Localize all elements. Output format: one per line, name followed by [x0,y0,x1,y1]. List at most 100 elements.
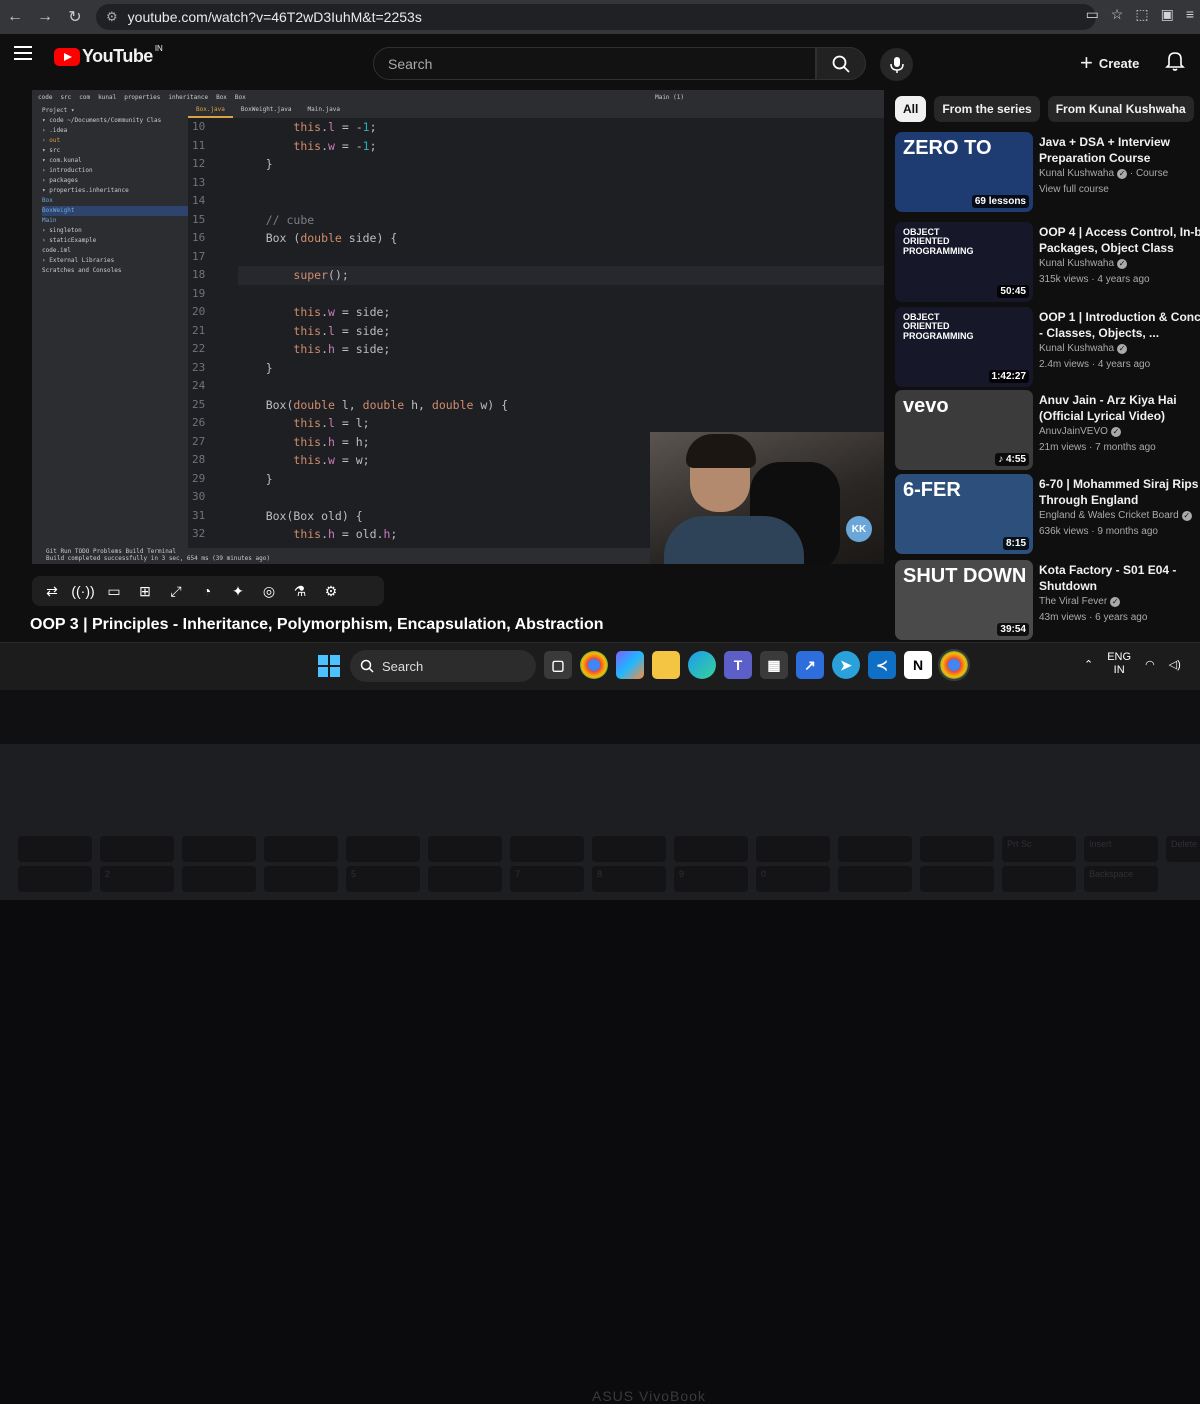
run-config-select[interactable]: Main (1) [655,94,684,101]
language-indicator[interactable]: ENG IN [1107,651,1131,677]
tree-item[interactable]: › introduction [42,166,188,176]
tree-item[interactable]: › staticExample [42,236,188,246]
wifi-icon[interactable]: ◠ [1145,658,1155,671]
extensions-icon[interactable]: ⬚ [1135,6,1148,23]
chrome-icon[interactable] [580,651,608,679]
hamburger-menu-icon[interactable] [14,46,32,60]
notifications-bell-icon[interactable] [1165,50,1185,77]
speed-icon[interactable]: ◔ [195,580,219,602]
editor-tab[interactable]: Box.java [188,104,233,118]
editor-tab[interactable]: BoxWeight.java [233,104,300,118]
search-input[interactable]: Search [373,47,816,80]
tree-item[interactable]: ▾ properties.inheritance [42,186,188,196]
store-icon[interactable]: ▦ [760,651,788,679]
recommended-video[interactable]: SHUT DOWN 39:54 Kota Factory - S01 E04 - Sh… [895,560,1200,640]
editor-tab[interactable]: Main.java [299,104,348,118]
video-title-line[interactable]: (Official Lyrical Video) [1039,408,1200,424]
video-title-line[interactable]: Kota Factory - S01 E04 - [1039,562,1200,578]
breadcrumb-item[interactable]: properties [124,94,160,101]
flask-icon[interactable]: ⚗ [288,580,312,602]
breadcrumb-item[interactable]: Box [216,94,227,101]
tree-item[interactable]: Main [42,216,188,226]
channel-name[interactable]: AnuvJainVEVO ✓ [1039,424,1200,440]
tree-item[interactable]: ▾ src [42,146,188,156]
taskbar-search[interactable]: Search [350,650,536,682]
camera-icon[interactable]: ◎ [257,580,281,602]
video-thumbnail[interactable]: OBJECT ORIENTED PROGRAMMING 50:45 [895,222,1033,302]
tree-item[interactable]: BoxWeight [42,206,188,216]
youtube-logo[interactable]: YouTube IN [54,44,163,67]
chip-from-kunal-kushwaha[interactable]: From Kunal Kushwaha [1047,96,1194,122]
chip-all[interactable]: All [895,96,927,122]
screenshot-icon[interactable]: ▭ [102,580,126,602]
broadcast-icon[interactable]: ((·)) [71,580,95,602]
telegram-icon[interactable]: ➤ [832,651,860,679]
tree-item[interactable]: Box [42,196,188,206]
recommended-video[interactable]: 6-FER 8:15 6-70 | Mohammed Siraj Rips Throu… [895,474,1200,554]
dev-app-icon[interactable]: ↗ [796,651,824,679]
video-thumbnail[interactable]: SHUT DOWN 39:54 [895,560,1033,640]
video-player[interactable]: code src com kunal properties inheritance Box B… [32,90,884,564]
video-title-line[interactable]: Shutdown [1039,578,1200,594]
chip-from-the-series[interactable]: From the series [934,96,1040,122]
teams-icon[interactable]: T [724,651,752,679]
profile-icon[interactable]: ▣ [1161,6,1174,23]
bookmark-star-icon[interactable]: ☆ [1111,6,1124,23]
recommended-video[interactable]: OBJECT ORIENTED PROGRAMMING 50:45 OOP 4 | … [895,222,1200,302]
windows-start-icon[interactable] [318,655,340,677]
effects-icon[interactable]: ✦ [226,580,250,602]
tree-item[interactable]: › External Libraries [42,256,188,266]
chrome-active-icon[interactable] [938,649,970,681]
clapper-icon[interactable]: ⊞ [133,580,157,602]
vscode-icon[interactable]: ≺ [868,651,896,679]
recommended-video[interactable]: ZERO TO 69 lessons Java + DSA + Interview P… [895,132,1200,212]
menu-icon[interactable]: ≡ [1186,6,1194,23]
create-button[interactable]: + Create [1080,50,1139,76]
video-title-line[interactable]: 6-70 | Mohammed Siraj Rips [1039,476,1200,492]
channel-name[interactable]: The Viral Fever ✓ [1039,594,1200,610]
channel-name[interactable]: England & Wales Cricket Board ✓ [1039,508,1200,524]
search-button[interactable] [816,47,866,80]
address-bar[interactable]: ⚙ youtube.com/watch?v=46T2wD3IuhM&t=2253… [96,4,1096,30]
video-title-line[interactable]: - Classes, Objects, ... [1039,325,1200,341]
breadcrumb-item[interactable]: inheritance [168,94,208,101]
video-thumbnail[interactable]: vevo ♪ 4:55 [895,390,1033,470]
reload-icon[interactable]: ↻ [60,2,90,32]
video-title-line[interactable]: OOP 1 | Introduction & Concepts [1039,309,1200,325]
task-view-icon[interactable]: ▢ [544,651,572,679]
settings-icon[interactable]: ⚙ [319,580,343,602]
tree-item[interactable]: code.iml [42,246,188,256]
recommended-video[interactable]: vevo ♪ 4:55 Anuv Jain - Arz Kiya Hai (Offic… [895,390,1200,470]
tree-item[interactable]: ▾ code ~/Documents/Community Clas [42,116,188,126]
notion-icon[interactable]: N [904,651,932,679]
copilot-icon[interactable] [616,651,644,679]
channel-name[interactable]: Kunal Kushwaha ✓ · Course [1039,166,1200,182]
tree-item[interactable]: Project ▾ [42,106,188,116]
video-title-line[interactable]: OOP 4 | Access Control, In-built [1039,224,1200,240]
tree-item[interactable]: › .idea [42,126,188,136]
video-title-line[interactable]: Packages, Object Class [1039,240,1200,256]
video-title-line[interactable]: Anuv Jain - Arz Kiya Hai [1039,392,1200,408]
video-title-line[interactable]: Through England [1039,492,1200,508]
cast-icon[interactable]: ▭ [1086,6,1099,23]
video-thumbnail[interactable]: 6-FER 8:15 [895,474,1033,554]
breadcrumb-item[interactable]: Box [235,94,246,101]
tree-item[interactable]: ▾ com.kunal [42,156,188,166]
fullscreen-icon[interactable]: ⤢ [164,580,188,602]
breadcrumb-item[interactable]: code [38,94,52,101]
breadcrumb-item[interactable]: com [79,94,90,101]
voice-search-button[interactable] [880,48,913,81]
forward-icon[interactable]: → [30,2,60,32]
breadcrumb-item[interactable]: kunal [98,94,116,101]
video-title-line[interactable]: Java + DSA + Interview [1039,134,1200,150]
tree-item[interactable]: Scratches and Consoles [42,266,188,276]
file-explorer-icon[interactable] [652,651,680,679]
back-icon[interactable]: ← [0,2,30,32]
edge-icon[interactable] [688,651,716,679]
site-info-icon[interactable]: ⚙ [106,9,118,25]
video-thumbnail[interactable]: OBJECT ORIENTED PROGRAMMING 1:42:27 [895,307,1033,387]
loop-icon[interactable]: ⇄ [40,580,64,602]
breadcrumb-item[interactable]: src [60,94,71,101]
recommended-video[interactable]: OBJECT ORIENTED PROGRAMMING 1:42:27 OOP 1 … [895,307,1200,387]
tree-item[interactable]: › out [42,136,188,146]
